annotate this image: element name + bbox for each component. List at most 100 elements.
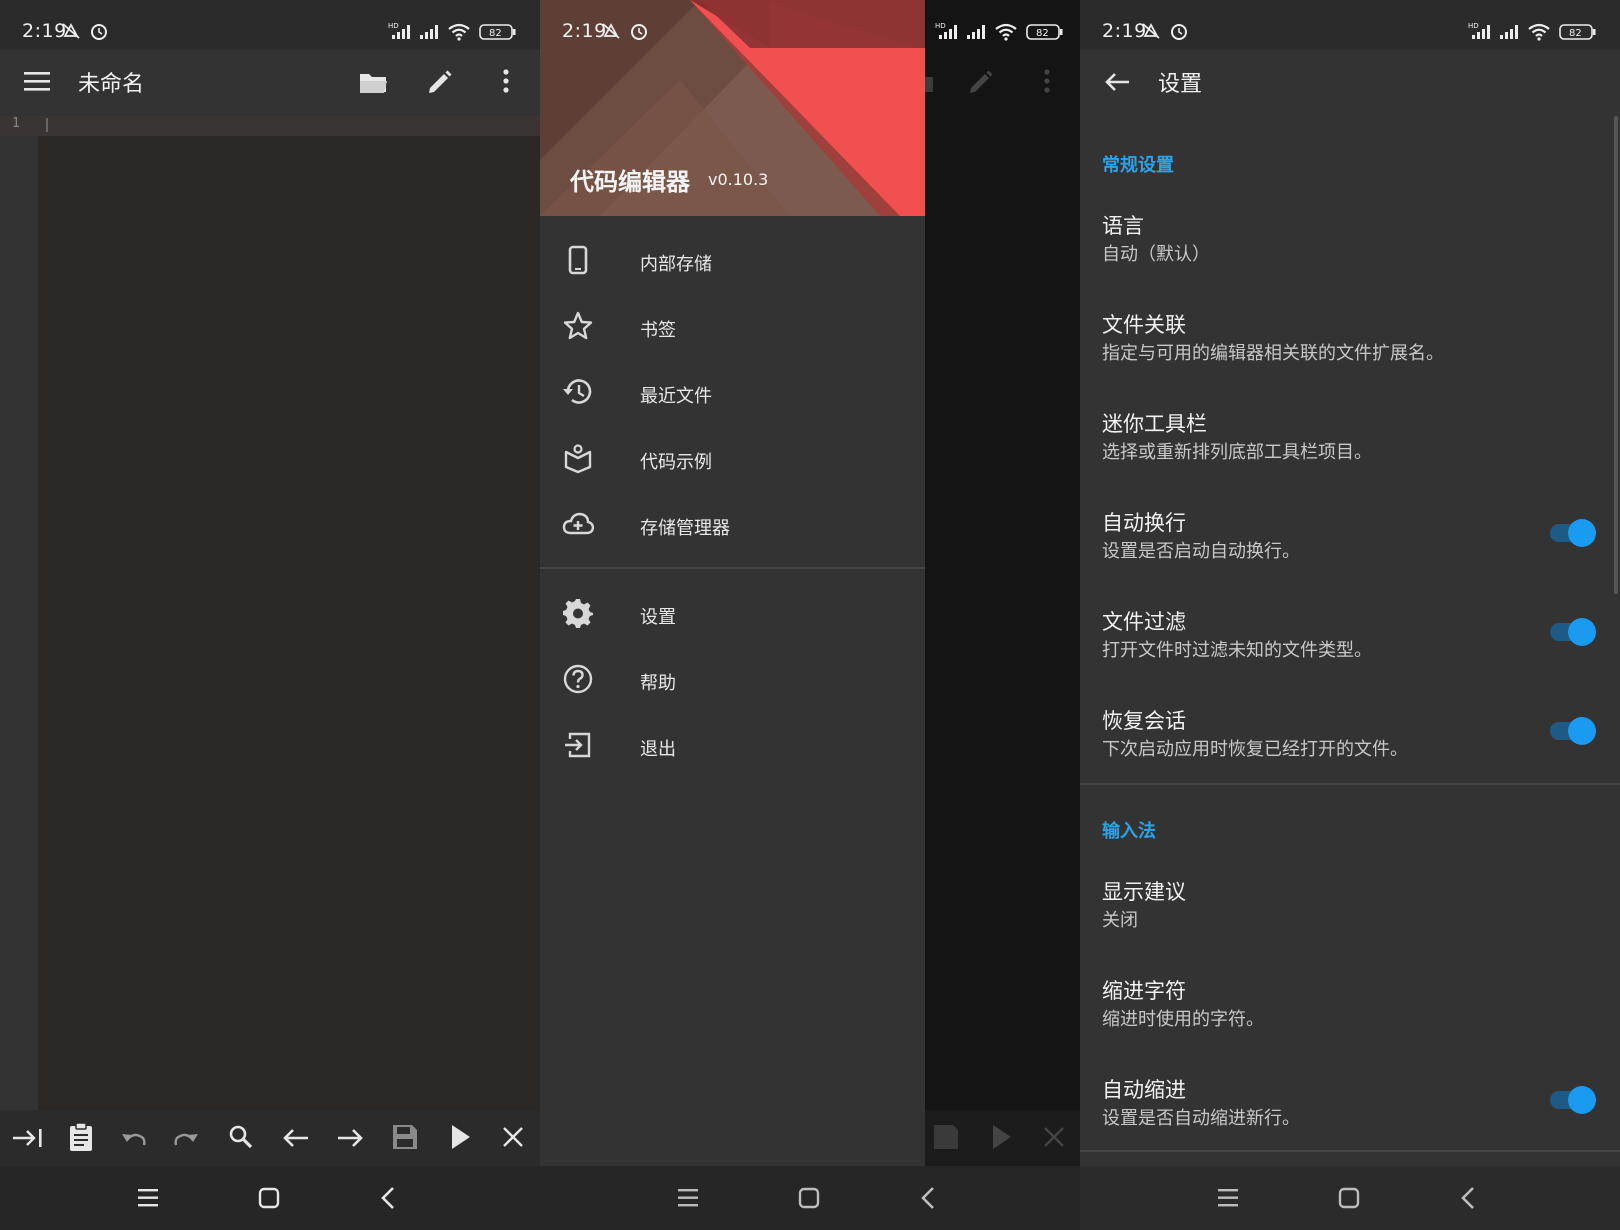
edit-pencil-icon-dimmed — [970, 70, 993, 93]
drawer-item-label: 最近文件 — [640, 386, 712, 407]
run-play-icon-dimmed — [993, 1125, 1011, 1149]
edit-pencil-icon[interactable] — [426, 68, 454, 96]
tab-indent-icon[interactable] — [12, 1126, 44, 1150]
close-icon-dimmed — [1044, 1127, 1064, 1147]
setting-subtitle: 缩进时使用的字符。 — [1102, 1009, 1264, 1030]
drawer-item-label: 代码示例 — [640, 452, 712, 473]
section-header-input: 输入法 — [1102, 821, 1156, 842]
nav-menu-icon[interactable] — [1218, 1188, 1240, 1208]
file-filter-toggle[interactable] — [1548, 618, 1596, 646]
drawer-app-title: 代码编辑器 — [570, 168, 690, 196]
setting-language[interactable]: 语言 自动（默认） — [1080, 210, 1620, 310]
setting-show-suggestions[interactable]: 显示建议 关闭 — [1080, 876, 1620, 976]
drawer-item-code-samples[interactable]: 代码示例 — [540, 426, 925, 492]
setting-subtitle: 关闭 — [1102, 910, 1138, 931]
undo-icon[interactable] — [120, 1126, 148, 1150]
setting-title: 自动换行 — [1102, 511, 1186, 535]
gear-icon — [563, 599, 593, 628]
text-cursor — [46, 118, 52, 132]
nav-menu-icon[interactable] — [138, 1188, 160, 1208]
open-folder-icon-dimmed — [925, 77, 933, 92]
search-icon[interactable] — [228, 1124, 254, 1152]
section-header-general: 常规设置 — [1102, 155, 1174, 176]
drawer-item-label: 帮助 — [640, 673, 676, 694]
nav-home-icon[interactable] — [798, 1187, 820, 1209]
setting-word-wrap[interactable]: 自动换行 设置是否启动自动换行。 — [1080, 507, 1620, 607]
drawer-screen: 2:19 代码编辑器 v0.10.3 内部存储 书签 最近文件 代码示例 存储管… — [540, 0, 1080, 1230]
drawer-item-label: 退出 — [640, 739, 676, 760]
drawer-item-bookmarks[interactable]: 书签 — [540, 294, 925, 360]
exit-icon — [565, 732, 591, 758]
setting-subtitle: 下次启动应用时恢复已经打开的文件。 — [1102, 739, 1408, 760]
setting-mini-toolbar[interactable]: 迷你工具栏 选择或重新排列底部工具栏项目。 — [1080, 408, 1620, 508]
nav-menu-icon[interactable] — [678, 1188, 700, 1208]
line-number: 1 — [12, 116, 20, 131]
drawer-header: 2:19 代码编辑器 v0.10.3 — [540, 0, 925, 216]
arrow-right-icon[interactable] — [336, 1126, 364, 1150]
drawer-item-exit[interactable]: 退出 — [540, 713, 925, 779]
mute-alarm-icons — [1142, 23, 1187, 40]
status-bar-right: HD 82 — [925, 0, 1080, 50]
menu-icon[interactable] — [24, 70, 52, 94]
setting-indent-character[interactable]: 缩进字符 缩进时使用的字符。 — [1080, 975, 1620, 1075]
status-bar: 2:19 HD 82 — [0, 0, 540, 50]
setting-auto-indent[interactable]: 自动缩进 设置是否自动缩进新行。 — [1080, 1074, 1620, 1174]
more-vert-icon[interactable] — [500, 68, 512, 96]
run-play-icon[interactable] — [450, 1124, 472, 1150]
drawer-version: v0.10.3 — [708, 170, 769, 189]
setting-title: 显示建议 — [1102, 880, 1186, 904]
system-nav-bar — [540, 1166, 1080, 1230]
nav-back-icon[interactable] — [380, 1186, 396, 1210]
auto-indent-toggle[interactable] — [1548, 1086, 1596, 1114]
signal-wifi-battery-icons: HD 82 — [388, 22, 516, 42]
cloud-add-icon — [562, 512, 594, 535]
settings-title: 设置 — [1158, 72, 1203, 97]
status-bar-drawer: 2:19 — [540, 0, 925, 50]
open-folder-icon[interactable] — [358, 68, 390, 96]
nav-back-icon[interactable] — [1460, 1186, 1476, 1210]
restore-session-toggle[interactable] — [1548, 717, 1596, 745]
clipboard-icon[interactable] — [68, 1122, 94, 1152]
line-number-gutter — [0, 116, 38, 1110]
drawer-divider — [540, 567, 925, 569]
editor-screen: 2:19 HD 82 未命名 1 — [0, 0, 540, 1230]
setting-title: 语言 — [1102, 214, 1144, 238]
setting-title: 文件关联 — [1102, 313, 1186, 337]
nav-home-icon[interactable] — [1338, 1187, 1360, 1209]
nav-home-icon[interactable] — [258, 1187, 280, 1209]
settings-toolbar: 设置 — [1080, 50, 1620, 116]
status-time: 2:19 — [22, 20, 67, 42]
save-icon[interactable] — [392, 1124, 418, 1150]
svg-text:82: 82 — [1569, 28, 1582, 39]
svg-text:HD: HD — [935, 22, 946, 30]
word-wrap-toggle[interactable] — [1548, 519, 1596, 547]
redo-icon[interactable] — [172, 1126, 200, 1150]
drawer-item-help[interactable]: 帮助 — [540, 647, 925, 713]
drawer-item-recent-files[interactable]: 最近文件 — [540, 360, 925, 426]
arrow-left-icon[interactable] — [282, 1126, 310, 1150]
back-arrow-icon[interactable] — [1104, 70, 1132, 94]
setting-file-association[interactable]: 文件关联 指定与可用的编辑器相关联的文件扩展名。 — [1080, 309, 1620, 409]
mute-alarm-icons — [62, 23, 107, 40]
setting-title: 缩进字符 — [1102, 979, 1186, 1003]
nav-back-icon[interactable] — [920, 1186, 936, 1210]
drawer-item-settings[interactable]: 设置 — [540, 581, 925, 647]
drawer-item-label: 存储管理器 — [640, 518, 730, 539]
more-vert-icon-dimmed — [1044, 69, 1050, 93]
setting-restore-session[interactable]: 恢复会话 下次启动应用时恢复已经打开的文件。 — [1080, 705, 1620, 805]
status-bar: 2:19 HD 82 — [1080, 0, 1620, 50]
setting-file-filter[interactable]: 文件过滤 打开文件时过滤未知的文件类型。 — [1080, 606, 1620, 706]
drawer-item-label: 内部存储 — [640, 254, 712, 275]
mini-toolbar — [0, 1110, 540, 1166]
save-icon-dimmed — [934, 1125, 958, 1149]
setting-title: 迷你工具栏 — [1102, 412, 1207, 436]
phone-icon — [568, 245, 588, 275]
status-time: 2:19 — [562, 20, 607, 42]
drawer-item-label: 设置 — [640, 607, 676, 628]
drawer-item-storage-manager[interactable]: 存储管理器 — [540, 492, 925, 558]
setting-subtitle: 打开文件时过滤未知的文件类型。 — [1102, 640, 1372, 661]
drawer-scrim[interactable] — [925, 0, 1080, 1230]
close-icon[interactable] — [502, 1126, 524, 1148]
drawer-item-internal-storage[interactable]: 内部存储 — [540, 228, 925, 294]
code-editor-area[interactable] — [38, 116, 540, 1110]
